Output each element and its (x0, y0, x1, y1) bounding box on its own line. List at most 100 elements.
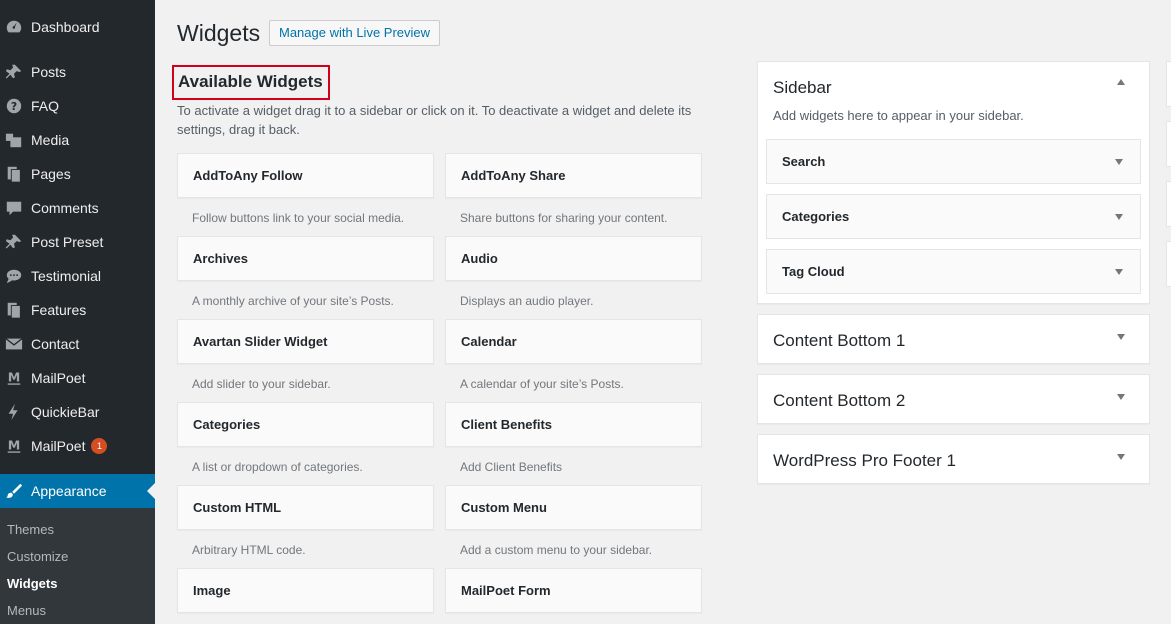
paintbrush-icon (4, 481, 24, 501)
widget-description: Displays an audio player. (460, 294, 594, 308)
svg-text:?: ? (11, 100, 17, 113)
expand-arrow-icon[interactable] (1117, 334, 1125, 340)
sidebar-widget-tag-cloud[interactable]: Tag Cloud (766, 249, 1141, 294)
menu-item-contact[interactable]: Contact (0, 327, 155, 361)
widget-addtoany-follow[interactable]: AddToAny Follow (177, 153, 434, 198)
available-widgets-heading: Available Widgets (172, 65, 330, 100)
collapse-arrow-icon[interactable] (1117, 79, 1125, 85)
sidebar-widget-title: Tag Cloud (782, 264, 845, 279)
menu-item-faq[interactable]: ? FAQ (0, 89, 155, 123)
sidebar-area-footer-1[interactable]: WordPress Pro Footer 1 (757, 434, 1150, 484)
menu-item-testimonial[interactable]: Testimonial (0, 259, 155, 293)
sidebar-area-title[interactable]: Sidebar (773, 78, 832, 98)
sidebar-widget-search[interactable]: Search (766, 139, 1141, 184)
menu-item-media[interactable]: Media (0, 123, 155, 157)
widget-audio[interactable]: Audio (445, 236, 702, 281)
media-icon (4, 130, 24, 150)
widget-avartan-slider[interactable]: Avartan Slider Widget (177, 319, 434, 364)
admin-menu: Dashboard Posts ? FAQ Media Pages Commen… (0, 0, 155, 624)
sidebar-area-partial[interactable] (1166, 121, 1171, 167)
menu-item-mailpoet-2[interactable]: M MailPoet 1 (0, 429, 155, 463)
widget-categories[interactable]: Categories (177, 402, 434, 447)
menu-label: Comments (31, 200, 99, 216)
expand-arrow-icon[interactable] (1117, 454, 1125, 460)
lightning-icon (4, 402, 24, 422)
sidebar-area-title: WordPress Pro Footer 1 (773, 451, 956, 470)
widget-description: A list or dropdown of categories. (192, 460, 363, 474)
widget-description: Add slider to your sidebar. (192, 377, 331, 391)
sidebar-area-title: Content Bottom 1 (773, 331, 906, 350)
sidebar-area-content-bottom-2[interactable]: Content Bottom 2 (757, 374, 1150, 424)
expand-arrow-icon[interactable] (1115, 214, 1123, 220)
menu-item-posts[interactable]: Posts (0, 55, 155, 89)
submenu-item-menus[interactable]: Menus (7, 603, 46, 618)
speech-bubble-icon (4, 266, 24, 286)
envelope-icon (4, 334, 24, 354)
mailpoet-icon: M (4, 368, 24, 388)
pin-icon (4, 232, 24, 252)
expand-arrow-icon[interactable] (1115, 269, 1123, 275)
menu-label: Appearance (31, 483, 107, 499)
dashboard-icon (4, 17, 24, 37)
pin-icon (4, 62, 24, 82)
sidebar-area-partial[interactable] (1166, 241, 1171, 287)
menu-label: Media (31, 132, 70, 148)
menu-item-features[interactable]: Features (0, 293, 155, 327)
menu-item-mailpoet[interactable]: M MailPoet (0, 361, 155, 395)
sidebar-area-partial[interactable] (1166, 181, 1171, 227)
svg-text:M: M (8, 370, 21, 385)
widget-description: Share buttons for sharing your content. (460, 211, 668, 225)
menu-label: Dashboard (31, 19, 100, 35)
widget-client-benefits[interactable]: Client Benefits (445, 402, 702, 447)
available-widgets-description: To activate a widget drag it to a sideba… (177, 103, 692, 137)
widget-image[interactable]: Image (177, 568, 434, 613)
mailpoet-icon: M (4, 436, 24, 456)
pages-icon (4, 164, 24, 184)
pages-icon (4, 300, 24, 320)
widget-description: Follow buttons link to your social media… (192, 211, 405, 225)
widget-description: Add a custom menu to your sidebar. (460, 543, 653, 557)
sidebar-area-content-bottom-1[interactable]: Content Bottom 1 (757, 314, 1150, 364)
expand-arrow-icon[interactable] (1117, 394, 1125, 400)
widget-archives[interactable]: Archives (177, 236, 434, 281)
question-icon: ? (4, 96, 24, 116)
sidebar-widget-title: Categories (782, 209, 850, 224)
menu-label: Features (31, 302, 87, 318)
expand-arrow-icon[interactable] (1115, 159, 1123, 165)
menu-item-pages[interactable]: Pages (0, 157, 155, 191)
manage-live-preview-button[interactable]: Manage with Live Preview (269, 20, 441, 46)
submenu-item-customize[interactable]: Customize (7, 549, 68, 564)
widget-addtoany-share[interactable]: AddToAny Share (445, 153, 702, 198)
widget-custom-menu[interactable]: Custom Menu (445, 485, 702, 530)
submenu-item-themes[interactable]: Themes (7, 522, 54, 537)
submenu-item-widgets[interactable]: Widgets (7, 576, 57, 591)
menu-label: Testimonial (31, 268, 102, 284)
menu-label: Contact (31, 336, 80, 352)
sidebar-area-sidebar: Sidebar Add widgets here to appear in yo… (757, 61, 1150, 304)
menu-label: FAQ (31, 98, 60, 114)
svg-text:M: M (8, 438, 21, 453)
sidebar-widget-categories[interactable]: Categories (766, 194, 1141, 239)
menu-item-appearance[interactable]: Appearance (0, 474, 155, 508)
menu-label: Posts (31, 64, 67, 80)
menu-label: QuickieBar (31, 404, 100, 420)
page-title: Widgets (177, 20, 261, 46)
appearance-submenu: Themes Customize Widgets Menus (0, 508, 155, 624)
sidebar-area-partial[interactable] (1166, 61, 1171, 107)
widget-mailpoet-form[interactable]: MailPoet Form (445, 568, 702, 613)
menu-item-quickiebar[interactable]: QuickieBar (0, 395, 155, 429)
menu-label: Post Preset (31, 234, 104, 250)
widget-calendar[interactable]: Calendar (445, 319, 702, 364)
widget-custom-html[interactable]: Custom HTML (177, 485, 434, 530)
widget-description: A monthly archive of your site’s Posts. (192, 294, 394, 308)
menu-item-comments[interactable]: Comments (0, 191, 155, 225)
sidebar-area-title: Content Bottom 2 (773, 391, 906, 410)
widget-description: Arbitrary HTML code. (192, 543, 306, 557)
menu-item-dashboard[interactable]: Dashboard (0, 10, 155, 44)
widget-description: Add Client Benefits (460, 460, 563, 474)
menu-label: MailPoet (31, 370, 86, 386)
current-menu-arrow (147, 483, 155, 499)
menu-label: Pages (31, 166, 71, 182)
sidebar-widget-title: Search (782, 154, 826, 169)
menu-item-post-preset[interactable]: Post Preset (0, 225, 155, 259)
